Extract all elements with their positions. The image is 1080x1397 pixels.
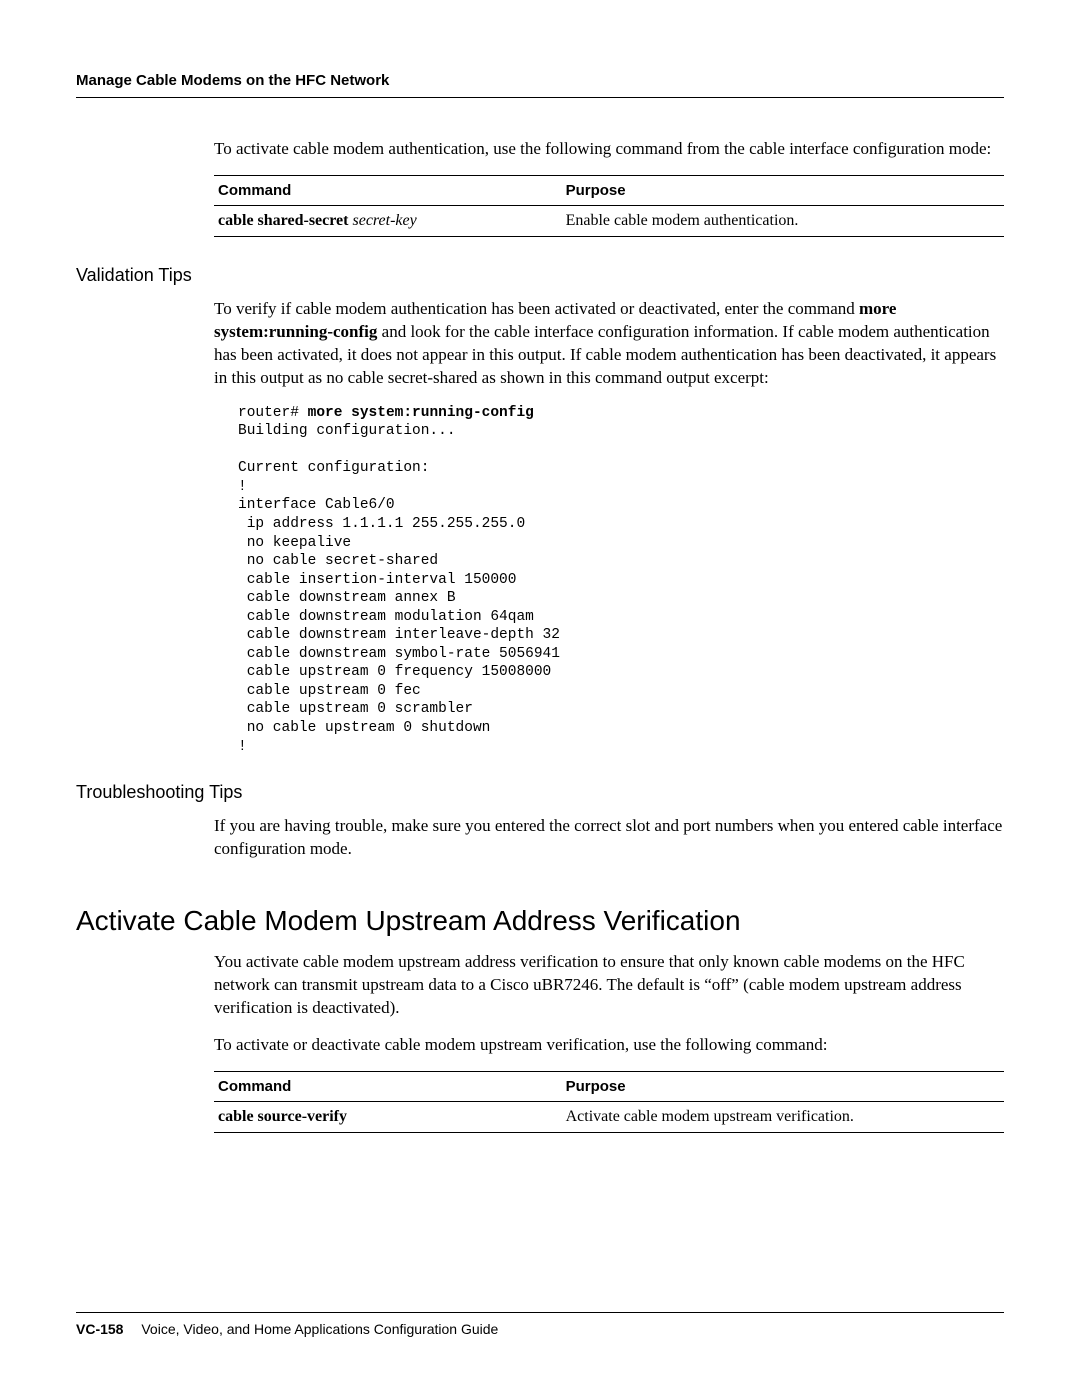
footer-line: VC-158 Voice, Video, and Home Applicatio… bbox=[76, 1321, 1004, 1337]
command-name: cable shared-secret bbox=[218, 212, 348, 229]
page-number: VC-158 bbox=[76, 1321, 123, 1337]
validation-para-pre: To verify if cable modem authentication … bbox=[214, 299, 859, 318]
troubleshooting-tips-heading: Troubleshooting Tips bbox=[76, 782, 1004, 803]
troubleshoot-paragraph: If you are having trouble, make sure you… bbox=[214, 815, 1004, 861]
page-footer: VC-158 Voice, Video, and Home Applicatio… bbox=[76, 1312, 1004, 1337]
table1-head-command: Command bbox=[214, 175, 562, 205]
table1-purpose-cell: Enable cable modem authentication. bbox=[562, 205, 1004, 236]
table-row: cable shared-secret secret-key Enable ca… bbox=[214, 205, 1004, 236]
body-column: To activate cable modem authentication, … bbox=[214, 138, 1004, 237]
footer-rule bbox=[76, 1312, 1004, 1313]
section-heading: Activate Cable Modem Upstream Address Ve… bbox=[76, 905, 1004, 937]
command-table-2: Command Purpose cable source-verify Acti… bbox=[214, 1071, 1004, 1133]
table2-command-cell: cable source-verify bbox=[214, 1101, 562, 1132]
header-rule bbox=[76, 97, 1004, 98]
code-block: router# more system:running-config Build… bbox=[238, 404, 1004, 756]
running-head: Manage Cable Modems on the HFC Network bbox=[76, 72, 1004, 89]
page: Manage Cable Modems on the HFC Network T… bbox=[0, 0, 1080, 1397]
code-body: Building configuration... Current config… bbox=[238, 423, 560, 754]
section2-body: You activate cable modem upstream addres… bbox=[214, 951, 1004, 1133]
table1-head-purpose: Purpose bbox=[562, 175, 1004, 205]
section2-para1: You activate cable modem upstream addres… bbox=[214, 951, 1004, 1020]
intro-paragraph: To activate cable modem authentication, … bbox=[214, 138, 1004, 161]
troubleshoot-body: If you are having trouble, make sure you… bbox=[214, 815, 1004, 861]
table1-command-cell: cable shared-secret secret-key bbox=[214, 205, 562, 236]
section2-para2: To activate or deactivate cable modem up… bbox=[214, 1034, 1004, 1057]
command-name: cable source-verify bbox=[218, 1108, 347, 1125]
table-row: cable source-verify Activate cable modem… bbox=[214, 1101, 1004, 1132]
footer-title: Voice, Video, and Home Applications Conf… bbox=[141, 1321, 498, 1337]
validation-tips-heading: Validation Tips bbox=[76, 265, 1004, 286]
command-table-1: Command Purpose cable shared-secret secr… bbox=[214, 175, 1004, 237]
table2-head-command: Command bbox=[214, 1071, 562, 1101]
validation-paragraph: To verify if cable modem authentication … bbox=[214, 298, 1004, 390]
table2-purpose-cell: Activate cable modem upstream verificati… bbox=[562, 1101, 1004, 1132]
code-prompt: router# bbox=[238, 405, 308, 421]
command-arg: secret-key bbox=[352, 212, 416, 229]
table2-head-purpose: Purpose bbox=[562, 1071, 1004, 1101]
validation-body: To verify if cable modem authentication … bbox=[214, 298, 1004, 756]
code-command: more system:running-config bbox=[308, 405, 534, 421]
